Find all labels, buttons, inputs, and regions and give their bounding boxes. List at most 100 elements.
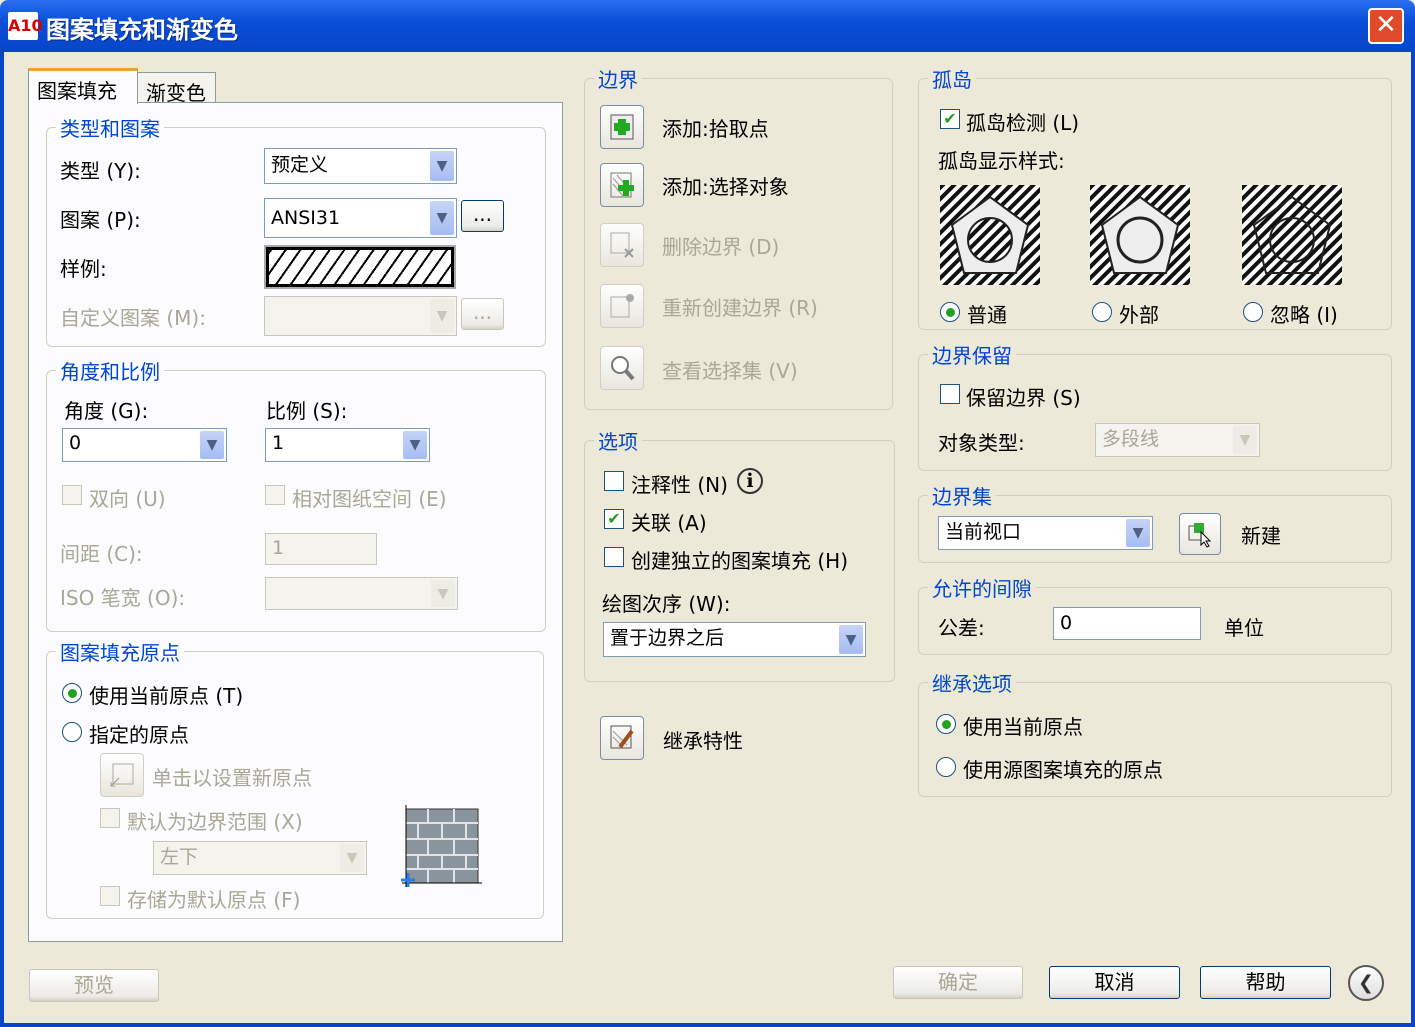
swatch-label: 样例: [60, 257, 107, 281]
add-pick-points-button[interactable] [600, 105, 644, 149]
type-value: 预定义 [271, 154, 329, 176]
pattern-swatch[interactable] [264, 245, 456, 289]
associative-checkbox[interactable]: ✔ [604, 509, 624, 529]
chevron-down-icon: ▼ [1126, 519, 1150, 547]
info-icon[interactable]: i [737, 468, 763, 494]
use-current-origin-radio[interactable] [62, 683, 82, 703]
tab-gradient[interactable]: 渐变色 [137, 72, 216, 106]
collapse-chevron-icon[interactable]: ❮ [1348, 965, 1384, 1001]
origin-position-value: 左下 [160, 846, 199, 868]
iso-pen-width-label: ISO 笔宽 (O): [60, 586, 186, 610]
island-ignore-radio[interactable] [1243, 302, 1263, 322]
close-button[interactable]: ✕ [1368, 8, 1404, 44]
store-default-checkbox[interactable] [100, 886, 120, 906]
type-select[interactable]: 预定义 ▼ [264, 148, 457, 184]
options-legend: 选项 [594, 426, 642, 455]
custom-pattern-select[interactable]: ▼ [264, 296, 457, 336]
draw-order-select[interactable]: 置于边界之后 ▼ [603, 622, 866, 657]
set-origin-icon [110, 763, 134, 787]
iso-pen-width-select[interactable]: ▼ [265, 577, 458, 610]
pick-points-icon [610, 114, 634, 140]
tab-pattern-fill-label[interactable]: 图案填充 [28, 68, 138, 104]
ok-button[interactable]: 确定 [893, 966, 1023, 999]
inherit-properties-label: 继承特性 [663, 729, 743, 753]
double-checkbox[interactable] [62, 485, 82, 505]
island-outer-label: 外部 [1119, 303, 1159, 327]
default-extents-checkbox[interactable] [100, 808, 120, 828]
pattern-select[interactable]: ANSI31 ▼ [264, 198, 457, 238]
inherit-source-origin-radio[interactable] [936, 757, 956, 777]
recreate-boundary-button[interactable] [600, 284, 644, 328]
pattern-value: ANSI31 [271, 207, 341, 229]
draw-order-label: 绘图次序 (W): [602, 592, 731, 616]
island-ignore-preview[interactable] [1242, 185, 1342, 285]
default-extents-label: 默认为边界范围 (X) [127, 810, 303, 834]
add-select-objects-button[interactable] [600, 163, 644, 207]
origin-preview-brick-icon [401, 805, 482, 887]
origin-legend: 图案填充原点 [56, 637, 184, 666]
recreate-boundary-label: 重新创建边界 (R) [662, 296, 818, 320]
chevron-down-icon: ▼ [839, 625, 863, 654]
set-origin-label: 单击以设置新原点 [152, 766, 312, 790]
custom-browse-button[interactable]: ... [461, 298, 504, 330]
chevron-down-icon: ▼ [430, 201, 454, 235]
retain-boundaries-label: 保留边界 (S) [966, 386, 1081, 410]
annotative-checkbox[interactable] [604, 471, 624, 491]
boundary-set-select[interactable]: 当前视口 ▼ [938, 516, 1153, 550]
tolerance-label: 公差: [938, 616, 985, 640]
chevron-down-icon: ▼ [431, 580, 455, 607]
island-detection-checkbox[interactable]: ✔ [940, 109, 960, 129]
retain-boundaries-checkbox[interactable] [940, 384, 960, 404]
scale-select[interactable]: 1 ▼ [265, 428, 430, 462]
inherit-current-origin-radio[interactable] [936, 714, 956, 734]
autocad-app-icon: A10 [8, 12, 43, 40]
object-type-select[interactable]: 多段线 ▼ [1095, 423, 1260, 457]
annotative-label: 注释性 (N) [631, 473, 728, 497]
relative-paper-space-checkbox[interactable] [265, 485, 285, 505]
set-origin-button[interactable] [100, 753, 144, 797]
inherit-brush-icon [610, 725, 634, 749]
draw-order-value: 置于边界之后 [610, 627, 725, 649]
select-objects-icon [610, 172, 634, 198]
origin-position-select[interactable]: 左下 ▼ [153, 841, 367, 875]
chevron-down-icon: ▼ [430, 151, 454, 181]
chevron-down-icon: ▼ [403, 431, 427, 459]
angle-select[interactable]: 0 ▼ [62, 428, 227, 462]
specified-origin-label: 指定的原点 [89, 723, 189, 747]
preview-button[interactable]: 预览 [29, 969, 159, 1002]
chevron-down-icon: ▼ [340, 844, 364, 872]
tolerance-unit: 单位 [1224, 616, 1264, 640]
view-selections-button[interactable] [600, 346, 644, 390]
chevron-down-icon: ▼ [1233, 426, 1257, 454]
object-type-value: 多段线 [1102, 428, 1160, 450]
relative-paper-space-label: 相对图纸空间 (E) [292, 487, 447, 511]
angle-value: 0 [69, 432, 82, 454]
remove-boundary-icon [610, 232, 634, 258]
new-boundary-set-button[interactable] [1179, 513, 1221, 555]
help-button[interactable]: 帮助 [1200, 966, 1331, 999]
island-normal-preview[interactable] [940, 185, 1040, 285]
island-normal-label: 普通 [967, 303, 1007, 327]
pattern-browse-button[interactable]: ... [461, 200, 504, 232]
island-detection-label: 孤岛检测 (L) [966, 111, 1080, 135]
new-boundary-set-label: 新建 [1241, 524, 1281, 548]
spacing-input[interactable]: 1 [265, 533, 377, 565]
cancel-button[interactable]: 取消 [1049, 966, 1180, 999]
store-default-label: 存储为默认原点 (F) [127, 888, 301, 912]
specified-origin-radio[interactable] [62, 722, 82, 742]
island-outer-radio[interactable] [1092, 302, 1112, 322]
retention-legend: 边界保留 [928, 340, 1016, 369]
remove-boundaries-button[interactable] [600, 223, 644, 267]
islands-legend: 孤岛 [928, 64, 976, 93]
type-pattern-legend: 类型和图案 [56, 113, 164, 142]
inherit-properties-button[interactable] [600, 716, 644, 760]
gap-tolerance-legend: 允许的间隙 [928, 573, 1036, 602]
island-style-label: 孤岛显示样式: [938, 149, 1065, 173]
island-normal-radio[interactable] [940, 302, 960, 322]
island-outer-preview[interactable] [1090, 185, 1190, 285]
tolerance-input[interactable]: 0 [1053, 607, 1201, 640]
object-type-label: 对象类型: [938, 431, 1025, 455]
angle-label: 角度 (G): [64, 399, 149, 423]
separate-hatches-checkbox[interactable] [604, 547, 624, 567]
chevron-down-icon: ▼ [430, 299, 454, 333]
